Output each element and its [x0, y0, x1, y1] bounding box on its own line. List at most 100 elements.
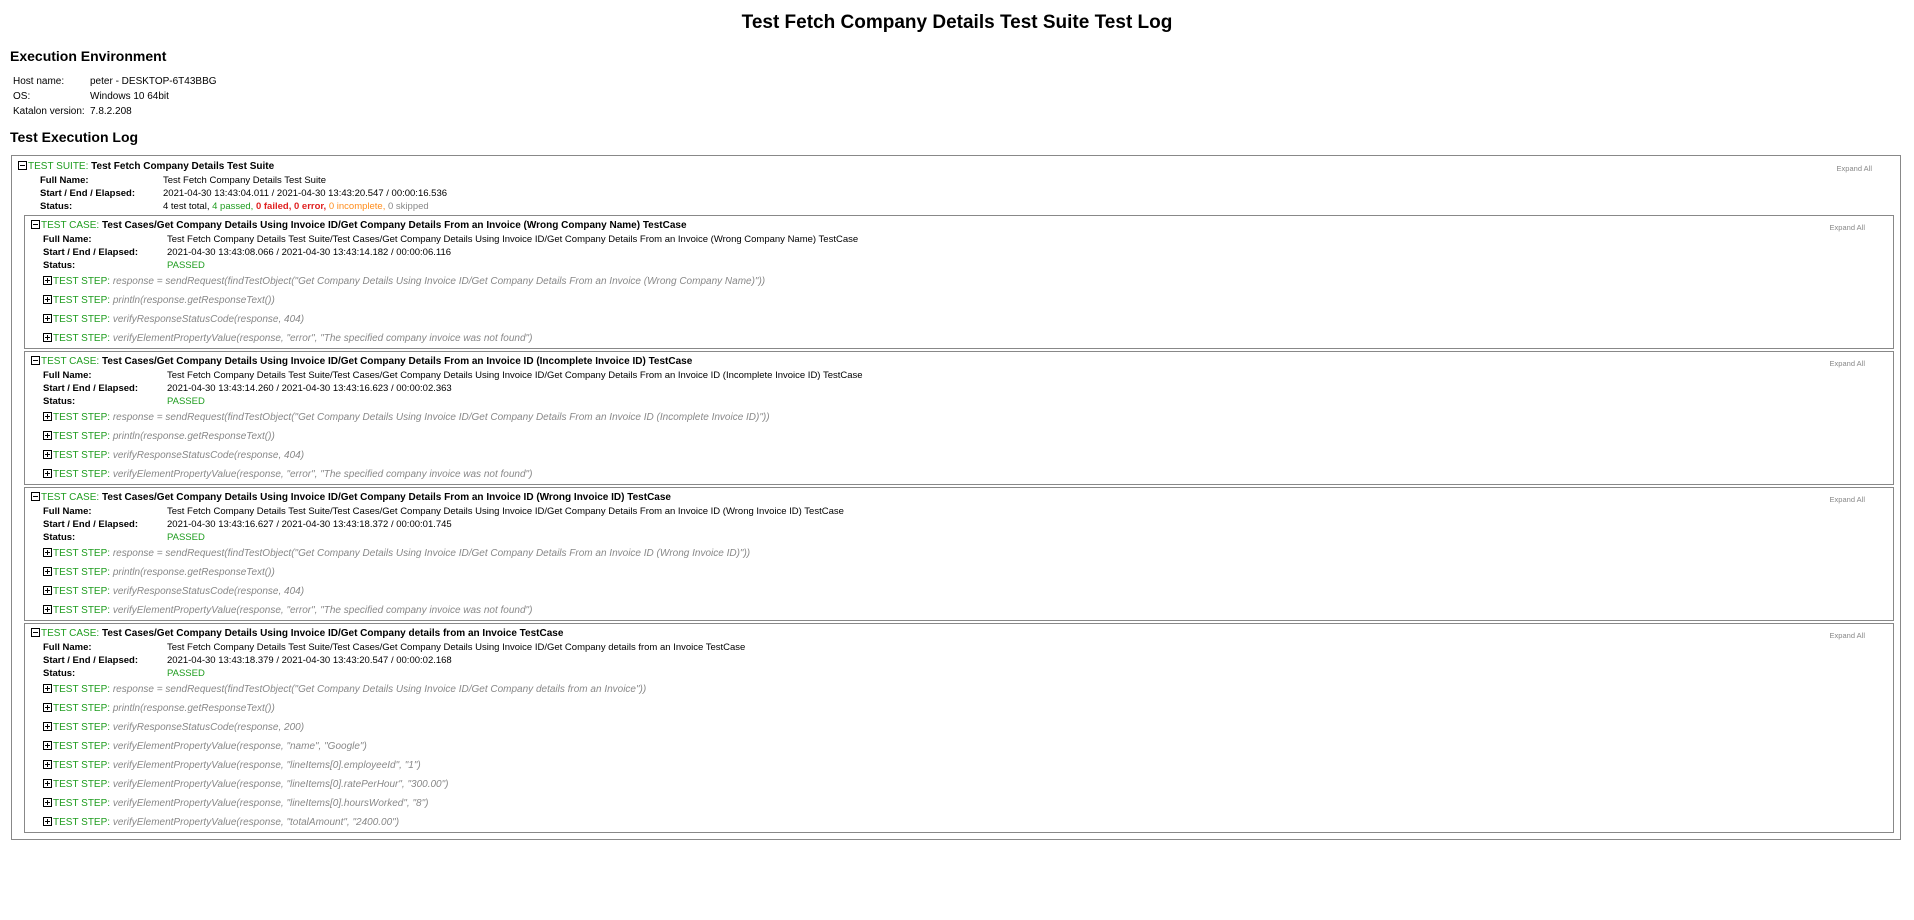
collapse-icon[interactable] — [31, 220, 40, 229]
test-case-panel: Expand All TEST CASE: Test Cases/Get Com… — [24, 215, 1894, 349]
expand-icon[interactable] — [43, 586, 52, 595]
case-keyword: TEST CASE: — [41, 220, 100, 231]
case-status: PASSED — [167, 260, 205, 271]
timing-label: Start / End / Elapsed: — [43, 247, 139, 258]
env-row-katalon: Katalon version: 7.8.2.208 — [13, 104, 217, 119]
expand-icon[interactable] — [43, 605, 52, 614]
step-keyword: TEST STEP: — [53, 605, 111, 616]
expand-icon[interactable] — [43, 276, 52, 285]
step-keyword: TEST STEP: — [53, 722, 111, 733]
status-label: Status: — [43, 260, 76, 271]
expand-icon[interactable] — [43, 431, 52, 440]
case-name: Test Cases/Get Company Details Using Inv… — [101, 628, 564, 639]
expand-icon[interactable] — [43, 295, 52, 304]
step-code: verifyElementPropertyValue(response, "er… — [112, 333, 533, 344]
environment-heading: Execution Environment — [10, 48, 167, 64]
collapse-icon[interactable] — [18, 161, 27, 170]
case-full-name: Test Fetch Company Details Test Suite/Te… — [167, 370, 863, 381]
step-code: verifyElementPropertyValue(response, "na… — [112, 741, 367, 752]
test-step: TEST STEP: verifyElementPropertyValue(re… — [43, 794, 1887, 813]
status-failed: 0 failed, — [255, 201, 292, 212]
test-step: TEST STEP: println(response.getResponseT… — [43, 291, 1887, 310]
expand-icon[interactable] — [43, 333, 52, 342]
suite-status-summary: 4 test total, 4 passed, 0 failed, 0 erro… — [163, 200, 447, 213]
env-value: peter - DESKTOP-6T43BBG — [90, 76, 217, 87]
case-status: PASSED — [167, 396, 205, 407]
test-step: TEST STEP: response = sendRequest(findTe… — [43, 272, 1887, 291]
expand-icon[interactable] — [43, 548, 52, 557]
expand-icon[interactable] — [43, 469, 52, 478]
env-label: OS: — [13, 91, 31, 102]
status-total: 4 test total, — [163, 201, 210, 212]
env-label: Katalon version: — [13, 106, 85, 117]
test-step: TEST STEP: println(response.getResponseT… — [43, 699, 1887, 718]
suite-properties: Full Name: Test Fetch Company Details Te… — [40, 174, 447, 213]
expand-icon[interactable] — [43, 412, 52, 421]
suite-expand-all-link[interactable]: Expand All — [1837, 164, 1872, 173]
test-step: TEST STEP: verifyElementPropertyValue(re… — [43, 329, 1887, 348]
expand-icon[interactable] — [43, 722, 52, 731]
case-keyword: TEST CASE: — [41, 628, 100, 639]
status-label: Status: — [43, 532, 76, 543]
timing-label: Start / End / Elapsed: — [43, 655, 139, 666]
full-name-label: Full Name: — [43, 234, 92, 245]
test-step: TEST STEP: verifyElementPropertyValue(re… — [43, 601, 1887, 620]
suite-name: Test Fetch Company Details Test Suite — [91, 161, 275, 172]
step-keyword: TEST STEP: — [53, 295, 111, 306]
case-name: Test Cases/Get Company Details Using Inv… — [101, 492, 671, 503]
step-keyword: TEST STEP: — [53, 779, 111, 790]
env-label: Host name: — [13, 76, 65, 87]
case-status: PASSED — [167, 532, 205, 543]
collapse-icon[interactable] — [31, 628, 40, 637]
step-code: verifyResponseStatusCode(response, 200) — [112, 722, 305, 733]
page-title: Test Fetch Company Details Test Suite Te… — [741, 12, 1173, 33]
step-keyword: TEST STEP: — [53, 412, 111, 423]
step-keyword: TEST STEP: — [53, 586, 111, 597]
expand-icon[interactable] — [43, 779, 52, 788]
case-expand-all-link[interactable]: Expand All — [1830, 495, 1865, 504]
status-skipped: 0 skipped — [388, 201, 429, 212]
status-error: 0 error, — [293, 201, 327, 212]
expand-icon[interactable] — [43, 741, 52, 750]
test-step: TEST STEP: println(response.getResponseT… — [43, 563, 1887, 582]
expand-icon[interactable] — [43, 798, 52, 807]
expand-icon[interactable] — [43, 703, 52, 712]
env-value: 7.8.2.208 — [90, 106, 132, 117]
case-expand-all-link[interactable]: Expand All — [1830, 631, 1865, 640]
suite-timing: 2021-04-30 13:43:04.011 / 2021-04-30 13:… — [163, 188, 448, 199]
case-keyword: TEST CASE: — [41, 492, 100, 503]
full-name-label: Full Name: — [40, 175, 89, 186]
suite-header: TEST SUITE: Test Fetch Company Details T… — [18, 160, 1894, 174]
expand-icon[interactable] — [43, 567, 52, 576]
expand-icon[interactable] — [43, 314, 52, 323]
test-step: TEST STEP: verifyResponseStatusCode(resp… — [43, 446, 1887, 465]
expand-icon[interactable] — [43, 760, 52, 769]
step-code: response = sendRequest(findTestObject("G… — [112, 276, 766, 287]
case-header: TEST CASE: Test Cases/Get Company Detail… — [31, 627, 1887, 641]
case-properties: Full Name: Test Fetch Company Details Tes… — [43, 641, 745, 680]
test-step: TEST STEP: println(response.getResponseT… — [43, 427, 1887, 446]
collapse-icon[interactable] — [31, 356, 40, 365]
step-code: verifyElementPropertyValue(response, "li… — [112, 779, 449, 790]
case-timing: 2021-04-30 13:43:16.627 / 2021-04-30 13:… — [167, 519, 452, 530]
case-timing: 2021-04-30 13:43:18.379 / 2021-04-30 13:… — [167, 655, 452, 666]
expand-icon[interactable] — [43, 450, 52, 459]
expand-icon[interactable] — [43, 817, 52, 826]
step-code: response = sendRequest(findTestObject("G… — [112, 412, 770, 423]
step-code: verifyResponseStatusCode(response, 404) — [112, 314, 305, 325]
case-keyword: TEST CASE: — [41, 356, 100, 367]
collapse-icon[interactable] — [31, 492, 40, 501]
step-code: println(response.getResponseText()) — [112, 431, 275, 442]
case-expand-all-link[interactable]: Expand All — [1830, 223, 1865, 232]
step-keyword: TEST STEP: — [53, 276, 111, 287]
test-step: TEST STEP: verifyResponseStatusCode(resp… — [43, 582, 1887, 601]
test-case-panel: Expand All TEST CASE: Test Cases/Get Com… — [24, 487, 1894, 621]
step-code: verifyElementPropertyValue(response, "li… — [112, 798, 429, 809]
step-code: verifyElementPropertyValue(response, "er… — [112, 469, 533, 480]
status-passed: 4 passed, — [212, 201, 254, 212]
expand-icon[interactable] — [43, 684, 52, 693]
step-keyword: TEST STEP: — [53, 567, 111, 578]
timing-label: Start / End / Elapsed: — [43, 519, 139, 530]
case-expand-all-link[interactable]: Expand All — [1830, 359, 1865, 368]
step-code: println(response.getResponseText()) — [112, 295, 275, 306]
